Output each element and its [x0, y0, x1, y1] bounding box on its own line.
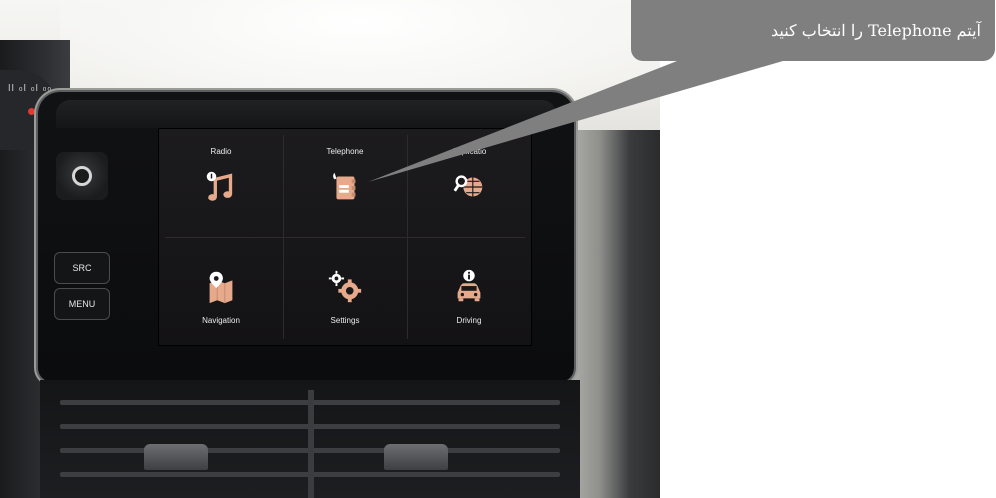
instruction-callout: آیتم Telephone را انتخاب کنید [631, 0, 995, 61]
callout-pointer [368, 52, 800, 182]
callout-text: آیتم Telephone را انتخاب کنید [771, 21, 981, 40]
